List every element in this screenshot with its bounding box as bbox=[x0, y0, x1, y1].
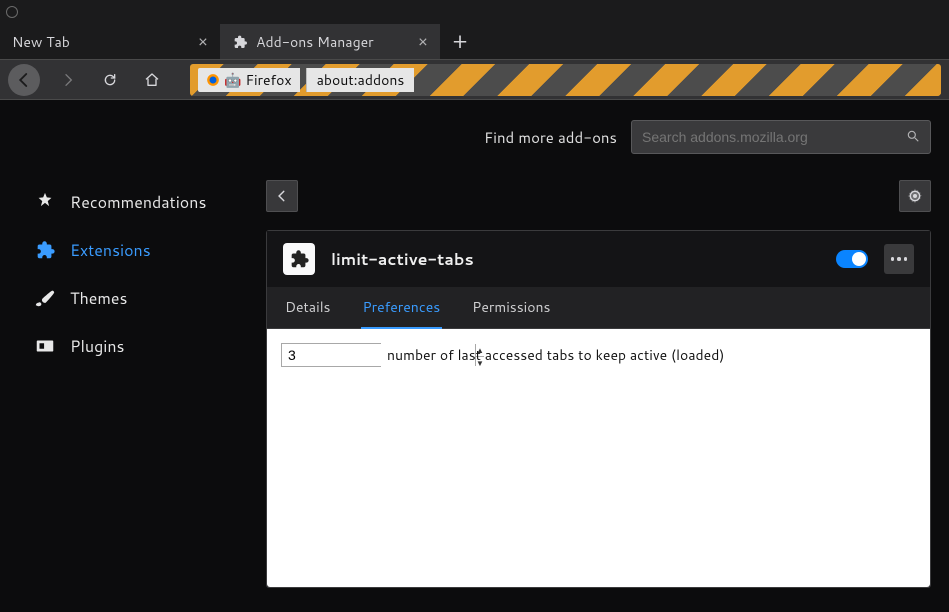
enable-toggle[interactable] bbox=[836, 250, 868, 268]
tab-details[interactable]: Details bbox=[283, 287, 333, 328]
browser-tab-addons[interactable]: Add-ons Manager × bbox=[220, 24, 440, 59]
sidebar-item-label: Plugins bbox=[70, 335, 124, 358]
url-bar[interactable]: 🤖 Firefox about:addons bbox=[190, 64, 941, 96]
browser-tab-new[interactable]: New Tab × bbox=[0, 24, 220, 59]
close-icon[interactable]: × bbox=[198, 30, 208, 53]
more-options-button[interactable] bbox=[884, 244, 914, 274]
sidebar-item-label: Themes bbox=[70, 287, 127, 310]
tab-permissions[interactable]: Permissions bbox=[470, 287, 552, 328]
firefox-icon bbox=[206, 73, 220, 87]
back-button[interactable] bbox=[8, 64, 40, 96]
extension-card: limit-active-tabs Details Preferences Pe… bbox=[266, 230, 931, 588]
sidebar-item-label: Extensions bbox=[70, 239, 151, 262]
tab-strip: New Tab × Add-ons Manager × + bbox=[0, 24, 949, 60]
sidebar-item-label: Recommendations bbox=[70, 191, 206, 214]
star-icon bbox=[34, 191, 56, 213]
identity-box[interactable]: 🤖 Firefox bbox=[198, 68, 300, 92]
brush-icon bbox=[34, 287, 56, 309]
detail-panel: limit-active-tabs Details Preferences Pe… bbox=[266, 180, 931, 588]
sidebar-item-recommendations[interactable]: Recommendations bbox=[34, 178, 234, 226]
find-more-label: Find more add-ons bbox=[484, 127, 617, 148]
search-input[interactable] bbox=[642, 129, 906, 145]
detail-tabs: Details Preferences Permissions bbox=[267, 287, 930, 329]
pref-description: number of last accessed tabs to keep act… bbox=[387, 343, 724, 367]
addons-search[interactable] bbox=[631, 120, 931, 154]
sidebar-item-extensions[interactable]: Extensions bbox=[34, 226, 234, 274]
nav-toolbar: 🤖 Firefox about:addons bbox=[0, 60, 949, 100]
extension-name: limit-active-tabs bbox=[331, 248, 820, 271]
reload-button[interactable] bbox=[96, 66, 124, 94]
new-tab-button[interactable]: + bbox=[440, 24, 480, 59]
search-icon[interactable] bbox=[906, 126, 920, 149]
os-titlebar bbox=[0, 0, 949, 24]
find-row: Find more add-ons bbox=[484, 120, 931, 154]
window-menu-icon[interactable] bbox=[6, 6, 18, 18]
home-button[interactable] bbox=[138, 66, 166, 94]
settings-gear-button[interactable] bbox=[899, 180, 931, 212]
tab-preferences[interactable]: Preferences bbox=[361, 287, 443, 329]
robot-icon: 🤖 bbox=[224, 70, 241, 90]
category-sidebar: Recommendations Extensions Themes Plugin… bbox=[34, 178, 234, 370]
extension-header: limit-active-tabs bbox=[267, 231, 930, 287]
back-to-list-button[interactable] bbox=[266, 180, 298, 212]
extension-icon bbox=[283, 243, 315, 275]
sidebar-item-plugins[interactable]: Plugins bbox=[34, 322, 234, 370]
plugin-icon bbox=[34, 335, 56, 357]
tab-title: New Tab bbox=[12, 32, 70, 52]
puzzle-icon bbox=[232, 34, 248, 50]
addons-page: Find more add-ons Recommendations Extens… bbox=[0, 100, 949, 612]
preferences-pane: ▲ ▼ number of last accessed tabs to keep… bbox=[267, 329, 930, 587]
forward-button[interactable] bbox=[54, 66, 82, 94]
tab-title: Add-ons Manager bbox=[256, 32, 374, 52]
close-icon[interactable]: × bbox=[418, 30, 428, 53]
identity-label: Firefox bbox=[245, 70, 291, 90]
puzzle-icon bbox=[34, 239, 56, 261]
limit-number-field[interactable]: ▲ ▼ bbox=[281, 343, 381, 367]
url-path: about:addons bbox=[306, 68, 415, 92]
sidebar-item-themes[interactable]: Themes bbox=[34, 274, 234, 322]
